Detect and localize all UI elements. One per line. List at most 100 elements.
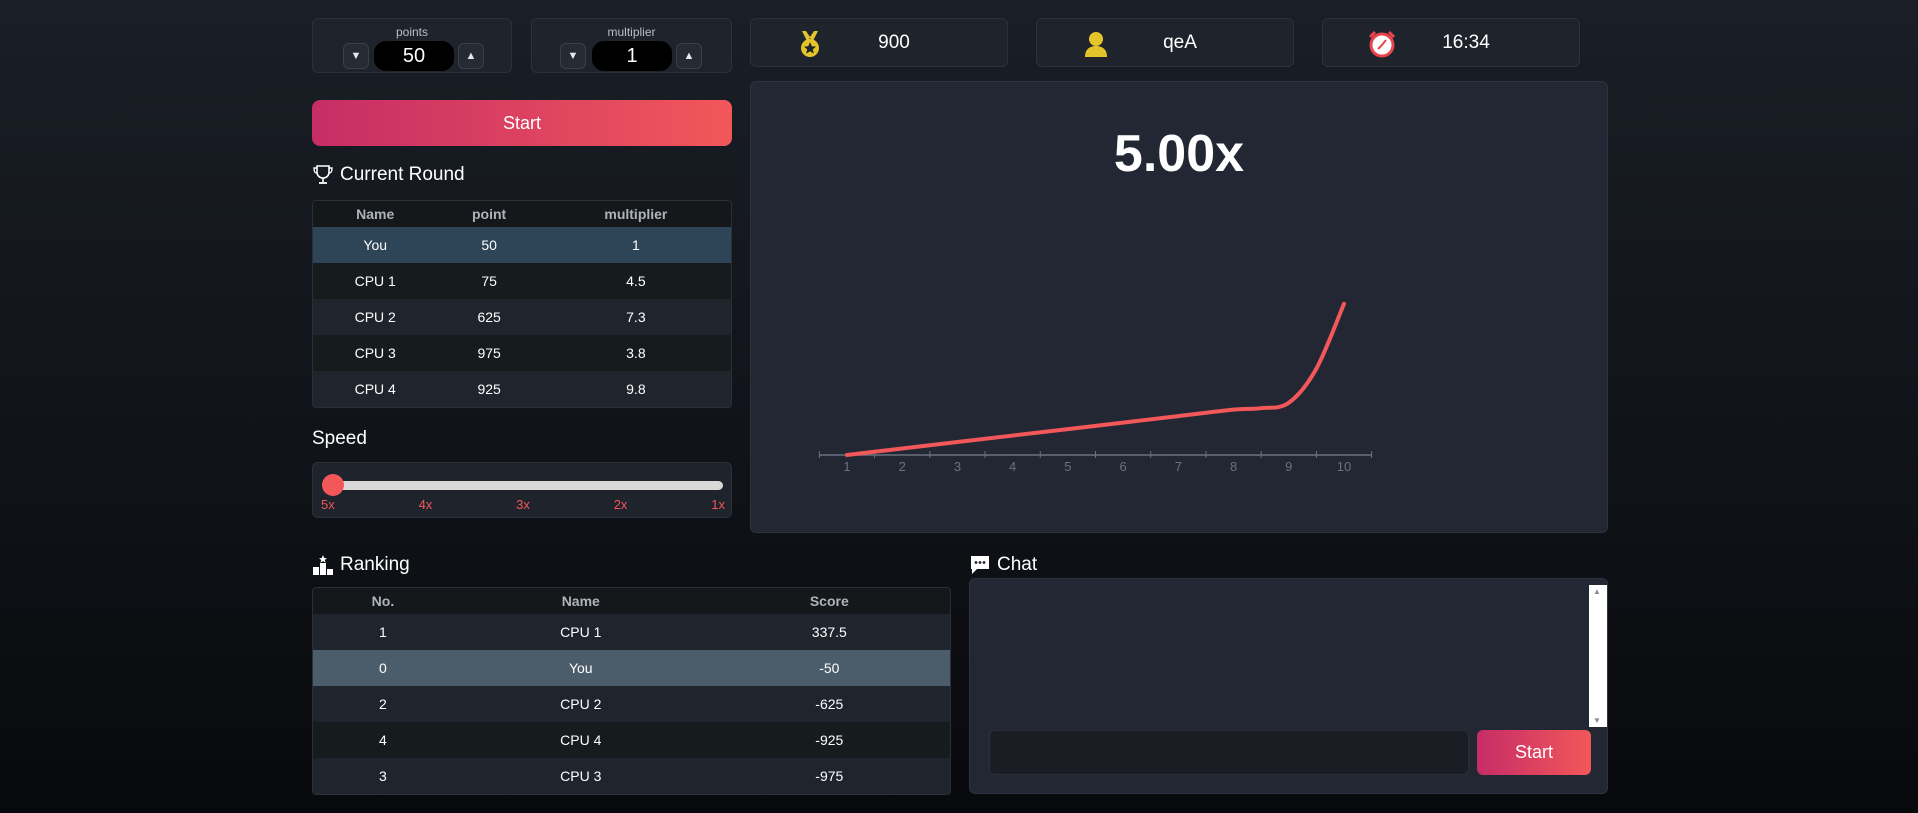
speed-label: 5x <box>321 497 335 512</box>
table-row: CPU 1 75 4.5 <box>313 263 731 299</box>
table-row: 3 CPU 3 -975 <box>313 758 950 794</box>
table-row: 2 CPU 2 -625 <box>313 686 950 722</box>
cell-name: CPU 1 <box>313 263 438 299</box>
chat-title: Chat <box>997 554 1038 575</box>
table-row: CPU 4 925 9.8 <box>313 371 731 407</box>
multiplier-decrement-button[interactable]: ▼ <box>560 43 586 69</box>
table-row: CPU 2 625 7.3 <box>313 299 731 335</box>
multiplier-chart-panel: 5.00x 1 2 3 4 5 6 7 8 9 10 <box>750 81 1608 533</box>
podium-icon <box>313 555 333 575</box>
table-row: CPU 3 975 3.8 <box>313 335 731 371</box>
x-tick-label: 9 <box>1285 459 1292 474</box>
table-row: 1 CPU 1 337.5 <box>313 614 950 650</box>
x-tick-label: 5 <box>1064 459 1071 474</box>
x-tick-label: 8 <box>1230 459 1237 474</box>
x-tick-label: 7 <box>1175 459 1182 474</box>
speed-track[interactable] <box>325 481 723 490</box>
x-tick-label: 10 <box>1337 459 1351 474</box>
user-icon <box>1085 32 1107 57</box>
chat-input[interactable] <box>989 730 1469 775</box>
trophy-icon <box>313 165 333 184</box>
cell-no: 0 <box>313 650 453 686</box>
cell-score: 337.5 <box>708 614 950 650</box>
speed-label: 1x <box>711 497 725 512</box>
chat-panel: ▲ ▼ Start <box>969 578 1608 794</box>
cell-score: -975 <box>708 758 950 794</box>
cell-multiplier: 3.8 <box>540 335 731 371</box>
scroll-up-icon[interactable]: ▲ <box>1593 587 1601 596</box>
x-tick-label: 1 <box>843 459 850 474</box>
speed-label: 2x <box>613 497 628 512</box>
cell-point: 50 <box>437 227 541 263</box>
points-label: points <box>395 25 429 39</box>
table-row: 0 You -50 <box>313 650 950 686</box>
speed-labels: 5x 4x 3x 2x 1x <box>321 497 725 512</box>
ranking-heading: Ranking <box>312 554 410 576</box>
current-round-table: Name point multiplier You 50 1 CPU 1 75 … <box>312 200 732 408</box>
cell-no: 2 <box>313 686 453 722</box>
current-round-title: Current Round <box>340 164 465 185</box>
points-decrement-button[interactable]: ▼ <box>343 43 369 69</box>
cell-name: You <box>452 650 709 686</box>
cell-name: CPU 4 <box>452 722 709 758</box>
column-header: multiplier <box>540 201 731 227</box>
multiplier-value[interactable]: 1 <box>592 41 672 71</box>
cell-multiplier: 7.3 <box>540 299 731 335</box>
cell-score: -625 <box>708 686 950 722</box>
clock-time: 16:34 <box>1442 31 1490 53</box>
cell-multiplier: 9.8 <box>540 371 731 407</box>
username: qeA <box>1163 31 1197 53</box>
cell-name: CPU 2 <box>313 299 438 335</box>
chat-scrollbar[interactable]: ▲ ▼ <box>1589 585 1607 727</box>
cell-name: You <box>313 227 438 263</box>
chat-send-button[interactable]: Start <box>1477 730 1591 775</box>
points-value[interactable]: 50 <box>374 41 454 71</box>
column-header: No. <box>313 588 453 614</box>
cell-multiplier: 1 <box>540 227 731 263</box>
column-header: Name <box>313 201 438 227</box>
points-stepper: points ▼ 50 ▲ <box>312 18 512 73</box>
multiplier-curve <box>845 301 1346 457</box>
current-round-heading: Current Round <box>312 164 465 186</box>
cell-no: 4 <box>313 722 453 758</box>
ranking-title: Ranking <box>340 554 410 575</box>
speed-slider-thumb[interactable] <box>322 474 344 496</box>
cell-point: 975 <box>437 335 541 371</box>
speed-title: Speed <box>312 428 367 449</box>
multiplier-label: multiplier <box>607 25 656 39</box>
points-increment-button[interactable]: ▲ <box>458 43 484 69</box>
x-tick-label: 3 <box>954 459 961 474</box>
scroll-down-icon[interactable]: ▼ <box>1593 716 1601 725</box>
cell-name: CPU 1 <box>452 614 709 650</box>
cell-multiplier: 4.5 <box>540 263 731 299</box>
cell-score: -925 <box>708 722 950 758</box>
cell-point: 75 <box>437 263 541 299</box>
x-tick-label: 2 <box>899 459 906 474</box>
cell-point: 625 <box>437 299 541 335</box>
cell-name: CPU 3 <box>452 758 709 794</box>
ranking-table: No. Name Score 1 CPU 1 337.5 0 You -50 2… <box>312 587 951 795</box>
multiplier-stepper: multiplier ▼ 1 ▲ <box>531 18 732 73</box>
alarm-clock-icon <box>1368 30 1396 58</box>
chat-bubble-icon <box>971 556 989 574</box>
cell-point: 925 <box>437 371 541 407</box>
multiplier-chart: 1 2 3 4 5 6 7 8 9 10 <box>818 301 1373 474</box>
x-tick-label: 4 <box>1009 459 1016 474</box>
cell-name: CPU 4 <box>313 371 438 407</box>
multiplier-increment-button[interactable]: ▲ <box>676 43 702 69</box>
user-display: qeA <box>1036 18 1294 67</box>
chat-heading: Chat <box>969 554 1037 576</box>
cell-name: CPU 3 <box>313 335 438 371</box>
clock-display: 16:34 <box>1322 18 1580 67</box>
column-header: point <box>437 201 541 227</box>
score-display: 900 <box>750 18 1008 67</box>
x-tick-label: 6 <box>1119 459 1126 474</box>
cell-name: CPU 2 <box>452 686 709 722</box>
column-header: Name <box>452 588 709 614</box>
start-button[interactable]: Start <box>312 100 732 146</box>
medal-icon <box>801 31 819 57</box>
speed-label: 3x <box>516 497 530 512</box>
column-header: Score <box>708 588 950 614</box>
cell-no: 3 <box>313 758 453 794</box>
table-row: You 50 1 <box>313 227 731 263</box>
